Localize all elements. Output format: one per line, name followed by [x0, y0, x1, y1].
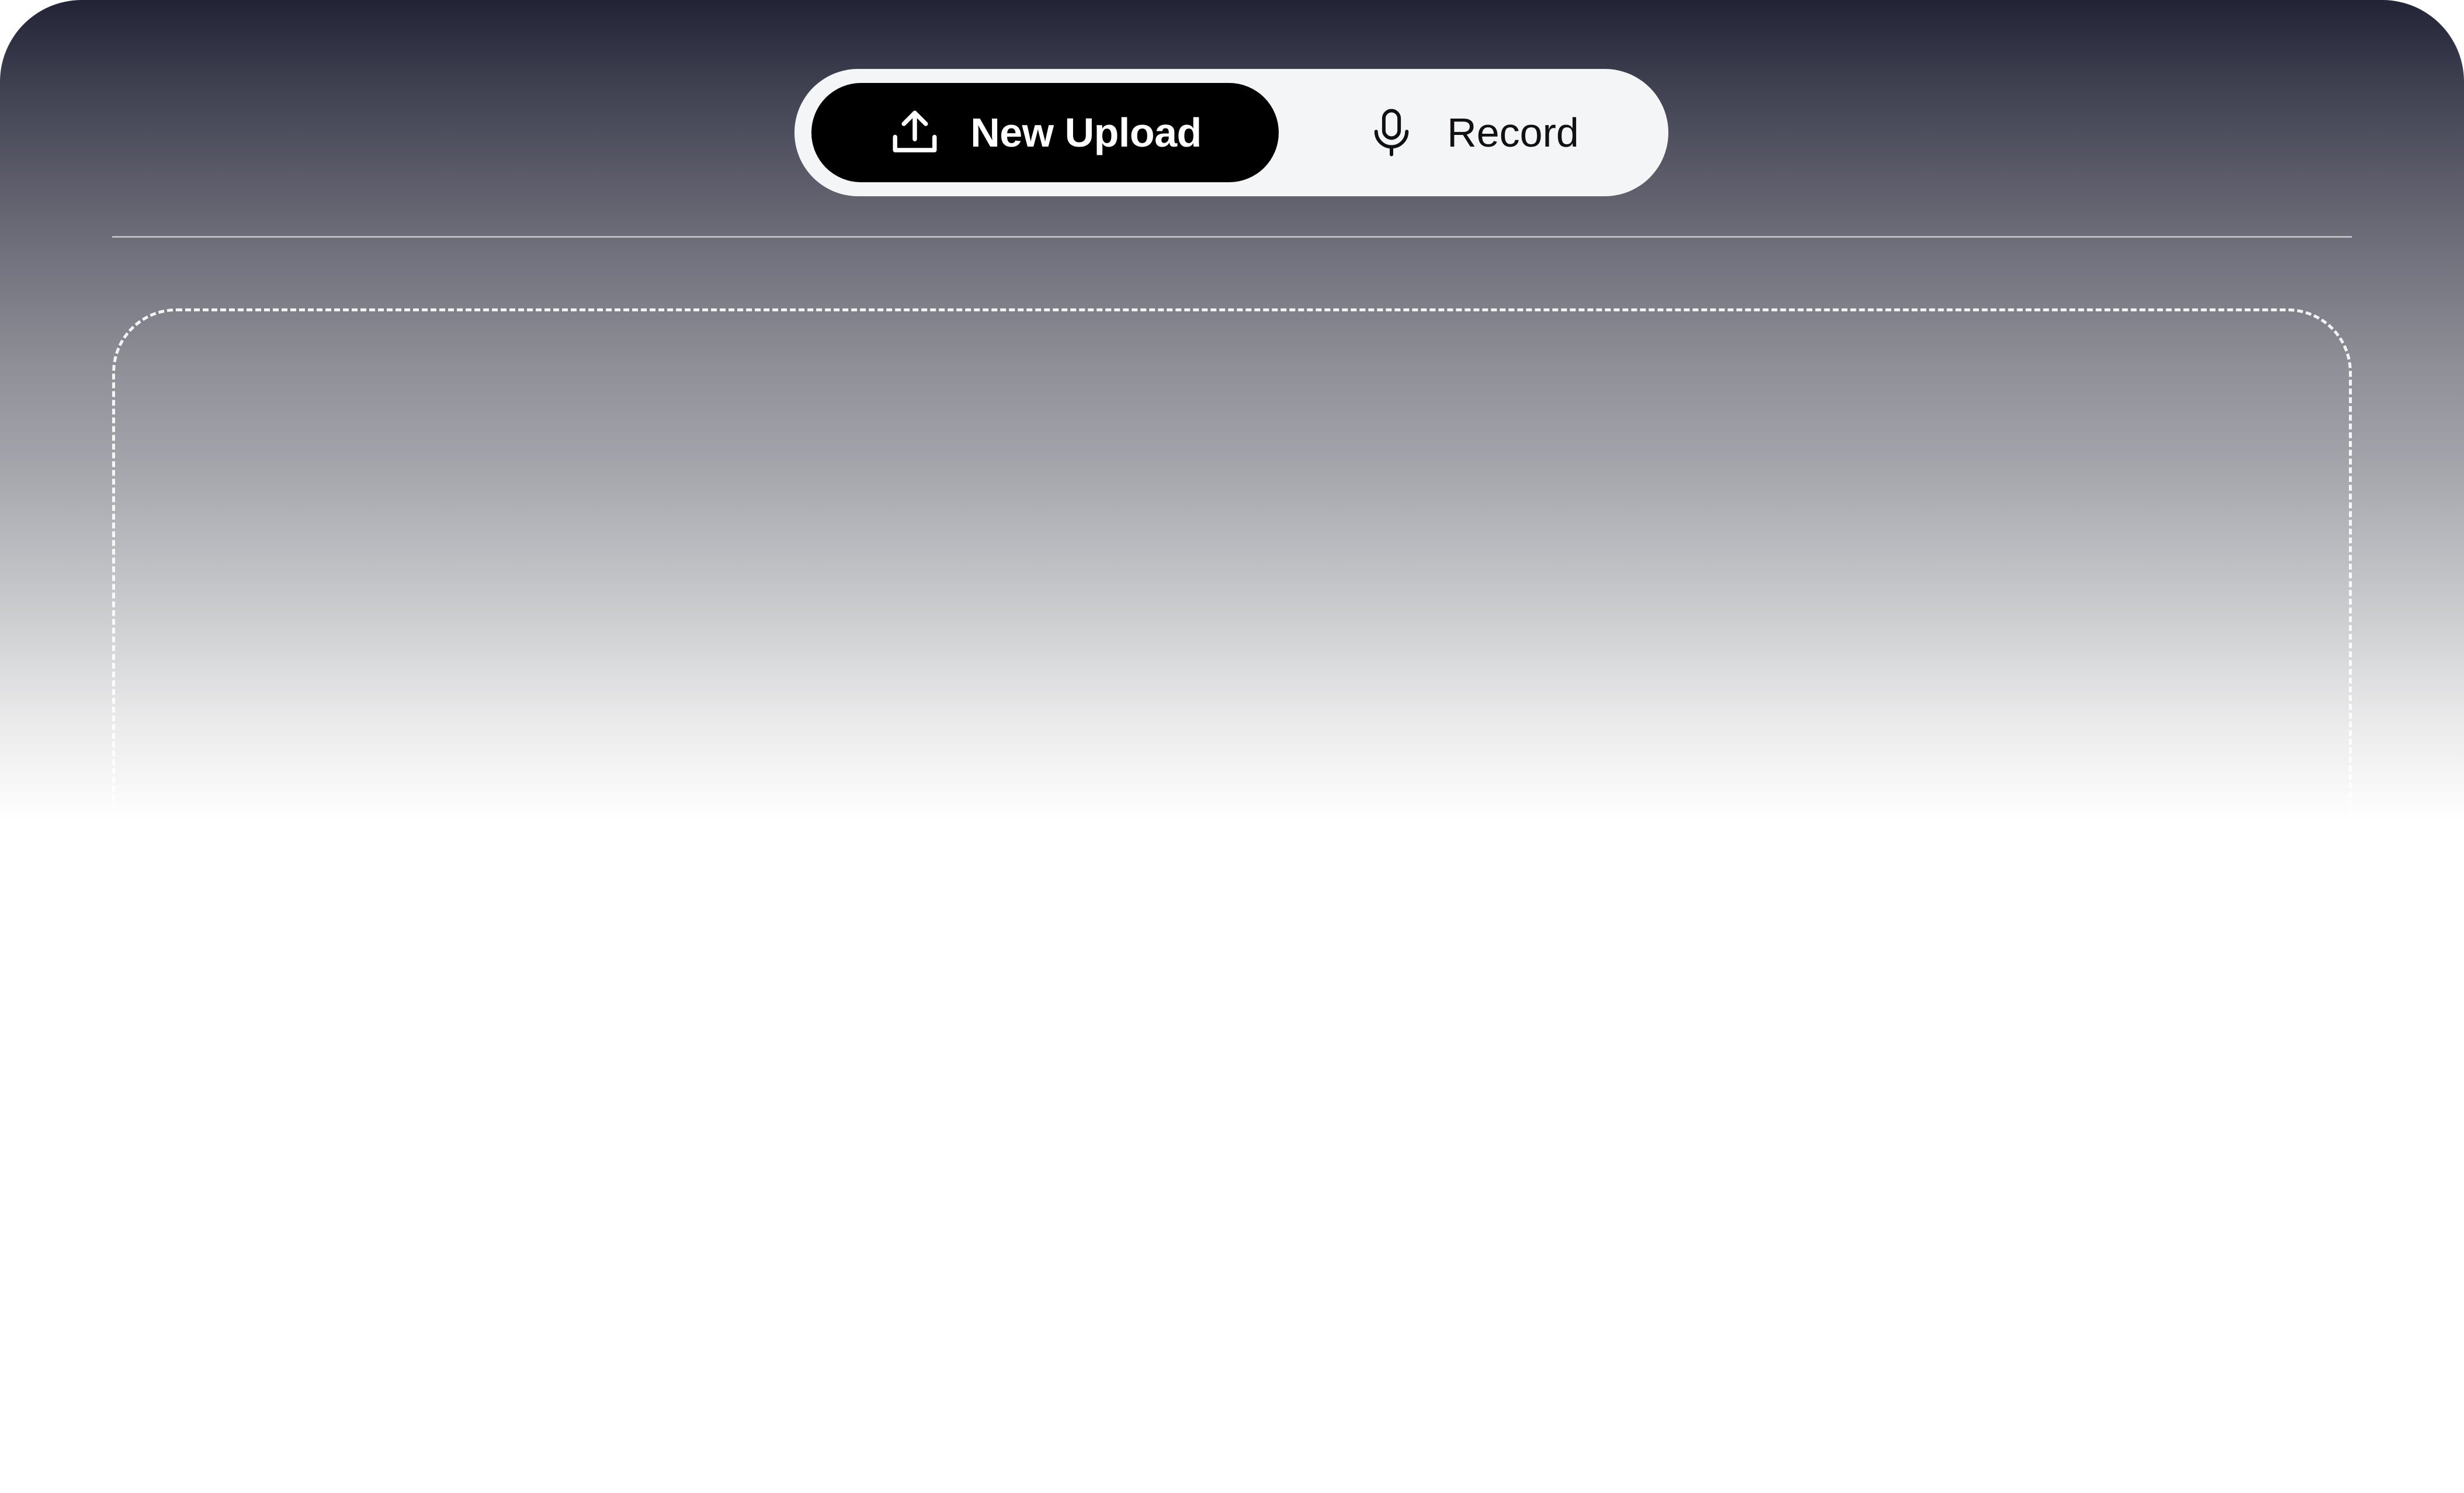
microphone-icon: [1365, 106, 1418, 159]
dropzone-line-1: Click to browse or: [1022, 1197, 1442, 1251]
tab-record[interactable]: Record: [1309, 83, 1636, 182]
tab-record-label: Record: [1447, 110, 1579, 155]
file-dropzone[interactable]: Click to browse or drag and drop your fi…: [112, 308, 2352, 1493]
dropzone-instructions: Click to browse or drag and drop your fi…: [115, 1193, 2349, 1317]
upload-icon: [889, 106, 941, 159]
dropzone-line-2: drag and drop your files: [951, 1259, 1513, 1313]
divider: [112, 236, 2352, 238]
mode-switcher: New Upload Record: [794, 69, 1668, 196]
tab-new-upload[interactable]: New Upload: [811, 83, 1279, 182]
upload-panel: New Upload Record Click to browse or dra…: [0, 0, 2464, 1493]
tab-new-upload-label: New Upload: [970, 110, 1202, 155]
